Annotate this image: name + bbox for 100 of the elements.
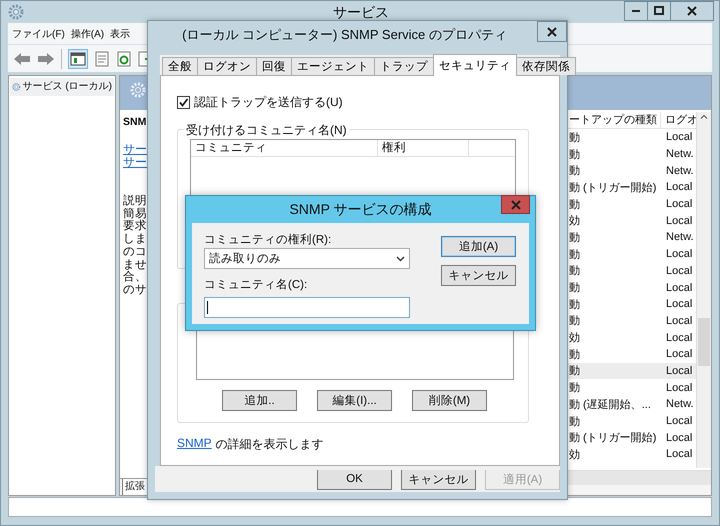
table-cell-text: 動 [568,230,581,245]
close-button[interactable] [670,1,714,21]
dialog-button[interactable]: 追加(A) [441,236,516,257]
column-header[interactable]: コミュニティ [191,140,378,156]
table-cell-text: 動 [568,314,581,328]
table-cell-text: Netw. [665,231,695,244]
tab[interactable]: ログオン [197,57,257,75]
table-cell-text: 効 [568,331,581,346]
list-button[interactable]: 編集(I)... [317,390,392,411]
description-line: 合、 [123,271,147,284]
gear-icon [12,80,21,94]
tab[interactable]: トラップ [374,57,434,75]
table-cell-text: 動 [568,164,581,178]
pane-toggle-icon[interactable] [68,48,88,68]
table-cell-text: 動 (遅延開始、... [568,398,652,412]
gear-icon [8,4,24,20]
table-cell-text: Local [665,415,694,428]
minimize-button[interactable] [624,1,648,21]
window-title: サービス [332,4,390,22]
table-cell-text: 動 [568,148,581,162]
rights-dropdown[interactable]: 読み取りのみ [204,248,410,269]
input-field[interactable] [204,297,410,318]
table-cell-text: 動 [568,130,581,145]
table-cell-text: 動 [568,281,581,296]
close-icon [547,26,557,36]
table-cell-text: 動 (トリガー開始) [568,180,658,195]
back-arrow-icon[interactable] [13,52,31,66]
table-cell-text: Local [665,348,694,360]
table-cell-text: 動 [568,364,581,378]
tab[interactable]: 回復 [256,57,292,75]
dialog-button[interactable]: OK [317,468,392,490]
column-header[interactable]: 権利 [378,140,469,156]
table-cell-text: Local [665,264,694,277]
checkbox[interactable]: 認証トラップを送信する(U) [177,94,559,111]
table-cell-text: Local [665,364,694,377]
table-cell-text: 動 [568,381,581,396]
description-line: のコ [123,246,147,259]
service-name: SNM [123,116,146,128]
tab[interactable]: セキュリティ [433,54,517,76]
tree-item[interactable]: サービス (ローカル) [10,78,114,96]
gear-icon [130,82,146,98]
check-icon [178,97,189,108]
table-cell-text: 効 [568,448,581,462]
close-button[interactable] [537,21,567,42]
refresh-icon[interactable] [116,50,132,66]
field-label: コミュニティ名(C): [204,278,308,292]
list-button[interactable]: 削除(M) [412,390,487,411]
table-cell-text: Local [665,248,694,260]
table-cell-text: Local [665,432,694,444]
dialog-button[interactable]: キャンセル [441,265,516,286]
table-cell-text: Local [665,332,694,344]
link-caption: の詳細を表示します [216,436,324,453]
description-line: 要求 [123,220,147,234]
group-label: 受け付けるコミュニティ名(N) [184,122,349,139]
dialog-button[interactable]: キャンセル [401,468,476,490]
column-header[interactable]: ートアップの種類 [566,112,660,128]
service-link[interactable]: サー [123,156,147,169]
table-cell-text: Local [665,382,694,394]
table-cell-text: 動 [568,264,581,278]
description-line: しま [123,233,147,246]
table-cell-text: Local [665,181,694,194]
properties-icon[interactable] [94,50,110,66]
table-cell-text: Local [665,448,694,460]
chevron-down-icon [396,256,405,262]
minimize-icon [632,10,640,12]
tab[interactable]: 依存関係 [516,57,576,75]
table-cell-text: Local [665,131,694,144]
table-cell-text: 動 (トリガー開始) [568,431,658,446]
maximize-button[interactable] [647,1,671,21]
table-cell-text: Local [665,298,694,310]
chevron-up-icon [700,114,708,119]
table-cell-text: 動 [568,198,581,212]
table-cell-text: Local [665,282,694,294]
table-cell-text: Local [665,314,694,327]
description-line: ませ [123,258,147,271]
snmp-link[interactable]: SNMP [177,436,212,453]
dialog-title: SNMP サービスの構成 [288,200,433,218]
close-icon [510,200,520,210]
service-link[interactable]: サー [123,143,147,156]
menu-item[interactable]: 表示 [110,26,130,40]
table-cell-text: 効 [568,214,581,228]
maximize-icon [654,6,664,16]
tab[interactable]: 全般 [162,57,198,75]
list-button[interactable]: 追加.. [222,390,297,411]
vertical-scrollbar[interactable] [696,112,711,468]
table-cell-text: Local [665,198,694,210]
tab[interactable]: エージェント [291,57,375,75]
horizontal-scrollbar[interactable] [566,470,711,485]
close-icon [687,6,697,16]
description-line: 説明 [123,195,147,208]
view-tab[interactable]: 拡張 [122,479,147,495]
forward-arrow-icon[interactable] [37,52,55,66]
description-line: のサ [123,284,147,297]
table-cell-text: Netw. [665,164,695,177]
menu-item[interactable]: ファイル(F) [12,26,65,40]
menu-item[interactable]: 操作(A) [70,26,104,40]
table-cell-text: 動 [568,414,581,429]
table-cell-text: 動 [568,348,581,362]
table-cell-text: Netw. [665,398,695,410]
scrollbar-thumb[interactable] [698,318,710,366]
